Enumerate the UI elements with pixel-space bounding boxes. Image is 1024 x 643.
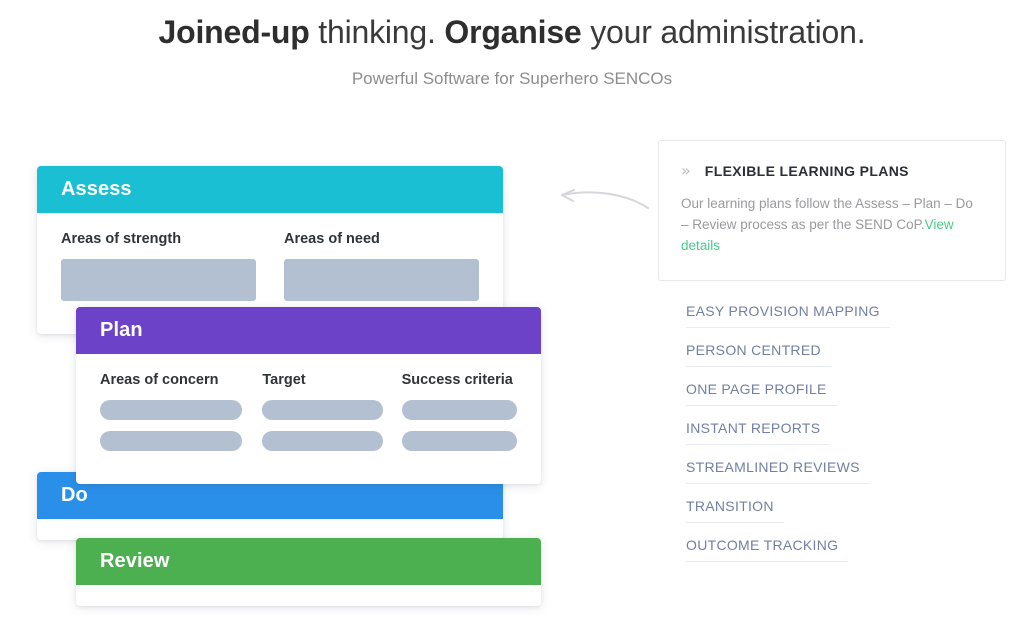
card-plan[interactable]: Plan Areas of concern Target Success cri…	[76, 307, 541, 484]
column-label: Success criteria	[401, 372, 513, 388]
card-plan-header: Plan	[76, 307, 541, 354]
column-target: Target	[262, 372, 383, 462]
placeholder-bar	[100, 400, 243, 420]
double-chevron-right-icon: »	[681, 161, 691, 180]
placeholder-bar	[61, 259, 256, 301]
headline-text-2: your administration.	[581, 14, 866, 50]
card-review-header: Review	[76, 538, 541, 585]
placeholder-bar	[401, 431, 517, 451]
placeholder-bar	[100, 431, 243, 451]
card-assess-columns: Areas of strength Areas of need	[61, 231, 479, 312]
feature-item-person-centred[interactable]: PERSON CENTRED	[686, 342, 831, 367]
placeholder-bar	[262, 431, 383, 451]
placeholder-bar	[262, 400, 383, 420]
info-box-header: » FLEXIBLE LEARNING PLANS	[681, 161, 983, 180]
card-plan-title: Plan	[100, 319, 143, 341]
info-box-title: FLEXIBLE LEARNING PLANS	[704, 163, 909, 179]
info-box-description-wrap: Our learning plans follow the Assess – P…	[681, 193, 983, 256]
page-root: Joined-up thinking. Organise your admini…	[0, 0, 1024, 643]
feature-item-streamlined-reviews[interactable]: STREAMLINED REVIEWS	[686, 459, 870, 484]
card-review-title: Review	[100, 550, 170, 572]
feature-item-transition[interactable]: TRANSITION	[686, 498, 784, 523]
feature-item-one-page-profile[interactable]: ONE PAGE PROFILE	[686, 381, 837, 406]
column-areas-of-strength: Areas of strength	[61, 231, 256, 312]
card-assess-header: Assess	[37, 166, 503, 213]
card-do-title: Do	[61, 484, 88, 506]
card-plan-columns: Areas of concern Target Success criteria	[100, 372, 517, 462]
plan-cards-stack: Assess Areas of strength Areas of need D…	[0, 0, 600, 643]
column-areas-of-need: Areas of need	[284, 231, 479, 312]
card-assess-title: Assess	[61, 178, 132, 200]
column-label: Areas of strength	[61, 231, 182, 247]
column-areas-of-concern: Areas of concern	[100, 372, 243, 462]
card-review[interactable]: Review	[76, 538, 541, 606]
placeholder-bar	[401, 400, 517, 420]
column-label: Areas of concern	[100, 372, 219, 388]
curved-arrow-icon	[552, 182, 652, 216]
column-success-criteria: Success criteria	[401, 372, 517, 462]
feature-item-instant-reports[interactable]: INSTANT REPORTS	[686, 420, 831, 445]
feature-list: EASY PROVISION MAPPING PERSON CENTRED ON…	[658, 303, 1006, 562]
feature-item-easy-provision-mapping[interactable]: EASY PROVISION MAPPING	[686, 303, 890, 328]
flexible-learning-plans-box[interactable]: » FLEXIBLE LEARNING PLANS Our learning p…	[658, 140, 1006, 281]
column-label: Target	[262, 372, 306, 388]
right-panel: » FLEXIBLE LEARNING PLANS Our learning p…	[658, 140, 1006, 576]
card-plan-body: Areas of concern Target Success criteria	[76, 354, 541, 484]
feature-item-outcome-tracking[interactable]: OUTCOME TRACKING	[686, 537, 849, 562]
column-label: Areas of need	[284, 231, 380, 247]
placeholder-bar	[284, 259, 479, 301]
